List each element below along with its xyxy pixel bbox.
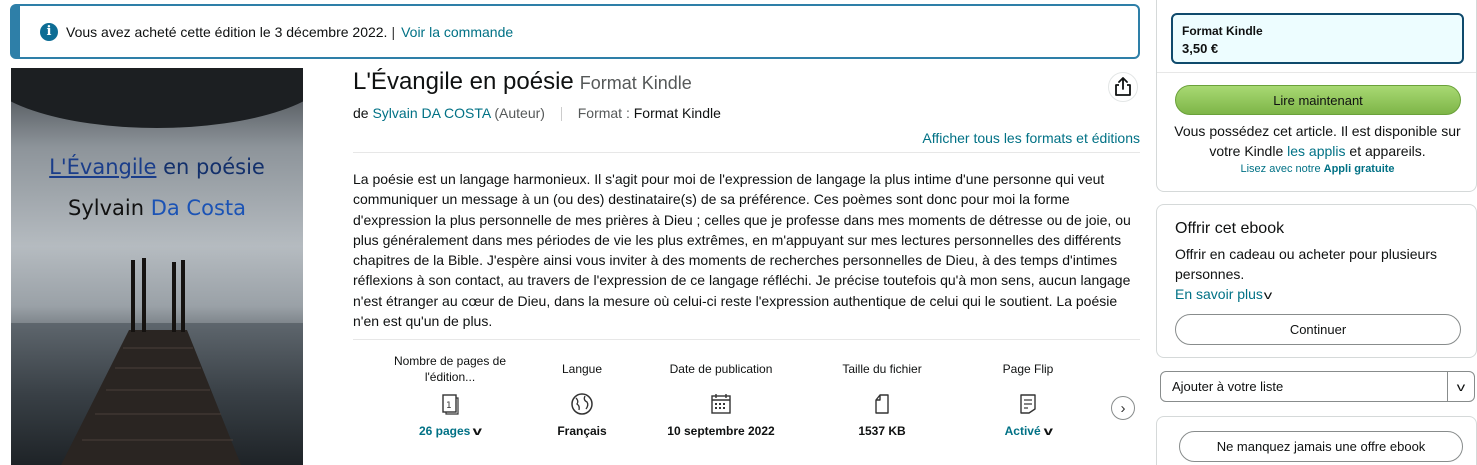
calendar-icon	[656, 391, 786, 417]
format-value: Format Kindle	[633, 105, 721, 121]
pages-dropdown[interactable]: 26 pages v	[385, 423, 515, 439]
add-to-list-label: Ajouter à votre liste	[1172, 379, 1284, 394]
cover-title-text: L'Évangile en poésie	[49, 155, 265, 179]
file-icon	[817, 391, 947, 417]
chevron-down-icon: v	[1043, 424, 1053, 438]
attribute-page-flip: Page Flip Activé v	[963, 351, 1093, 439]
carousel-next-button[interactable]: ›	[1111, 396, 1135, 420]
purchase-notice-text: Vous avez acheté cette édition le 3 déce…	[66, 23, 388, 40]
author-role: (Auteur)	[494, 105, 545, 121]
info-icon: i	[40, 22, 58, 41]
byline: de Sylvain DA COSTA (Auteur) Format : Fo…	[353, 105, 721, 122]
chevron-right-icon: ›	[1120, 399, 1126, 417]
chevron-down-icon: v	[473, 424, 483, 438]
format-key: Format :	[577, 105, 630, 121]
read-now-button[interactable]: Lire maintenant	[1175, 85, 1461, 115]
attribute-pages: Nombre de pages de l'édition... 1 26 pag…	[385, 351, 515, 439]
globe-icon	[517, 391, 647, 417]
author-link[interactable]: Sylvain DA COSTA	[372, 105, 490, 121]
list-dropdown-button[interactable]: v	[1447, 372, 1474, 401]
all-formats-link[interactable]: Afficher tous les formats et éditions	[922, 130, 1140, 146]
product-format-label: Format Kindle	[579, 73, 692, 93]
attribute-language: Langue Français	[517, 351, 647, 439]
cover-author-text: Sylvain Da Costa	[68, 196, 246, 220]
share-icon	[1115, 77, 1131, 96]
gift-ebook-box: Offrir cet ebook Offrir en cadeau ou ach…	[1156, 204, 1477, 358]
format-price: 3,50 €	[1182, 41, 1219, 56]
apps-link[interactable]: les applis	[1287, 143, 1345, 159]
book-pages-icon: 1	[385, 391, 515, 417]
format-selector-name: Format Kindle	[1182, 24, 1263, 38]
ebook-deals-button[interactable]: Ne manquez jamais une offre ebook	[1179, 431, 1463, 462]
attribute-file-size: Taille du fichier 1537 KB	[817, 351, 947, 439]
divider	[1157, 72, 1476, 73]
product-description: La poésie est un langage harmonieux. Il …	[353, 171, 1131, 330]
free-app-note[interactable]: Lisez avec notre Appli gratuite	[1157, 163, 1477, 175]
chevron-down-icon: v	[1263, 288, 1273, 302]
cover-pier-illustration	[61, 258, 241, 465]
purchase-notice-banner: i Vous avez acheté cette édition le 3 dé…	[10, 4, 1140, 59]
product-title-row: L'Évangile en poésie Format Kindle	[353, 68, 1140, 104]
ownership-message: Vous possédez cet article. Il est dispon…	[1174, 123, 1461, 159]
gift-title: Offrir cet ebook	[1175, 220, 1285, 237]
page-flip-icon	[963, 391, 1093, 417]
banner-separator: |	[391, 23, 396, 40]
view-order-link[interactable]: Voir la commande	[401, 24, 513, 40]
attribute-publication-date: Date de publication 10 septembre 2022	[656, 351, 786, 439]
format-selector-kindle[interactable]: Format Kindle 3,50 €	[1171, 13, 1464, 64]
divider	[353, 339, 1140, 340]
byline-divider	[560, 107, 562, 122]
share-button[interactable]	[1108, 72, 1138, 102]
learn-more-link[interactable]: En savoir plusv	[1175, 286, 1273, 302]
add-to-list-button[interactable]: Ajouter à votre liste v	[1160, 371, 1475, 402]
product-details: L'Évangile en poésie Format Kindle de Sy…	[353, 68, 1140, 438]
gift-description: Offrir en cadeau ou acheter pour plusieu…	[1175, 246, 1438, 282]
continue-button[interactable]: Continuer	[1175, 314, 1461, 345]
product-title: L'Évangile en poésie	[353, 68, 574, 95]
buy-box: Format Kindle 3,50 € Lire maintenant Vou…	[1156, 0, 1477, 192]
book-cover-image[interactable]: L'Évangile en poésie Sylvain Da Costa	[11, 68, 303, 465]
svg-text:1: 1	[446, 401, 452, 411]
chevron-down-icon: v	[1456, 379, 1466, 394]
divider	[353, 152, 1140, 153]
attributes-carousel: Nombre de pages de l'édition... 1 26 pag…	[353, 351, 1140, 465]
page-flip-dropdown[interactable]: Activé v	[963, 423, 1093, 439]
ebook-deals-box: Ne manquez jamais une offre ebook	[1156, 416, 1477, 465]
